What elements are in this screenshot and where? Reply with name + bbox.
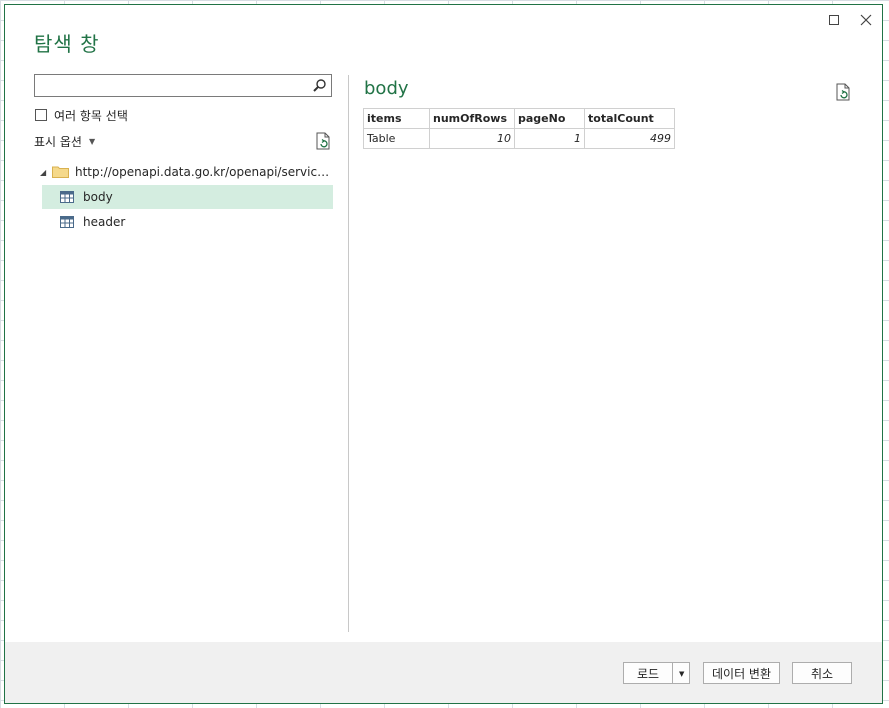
table-row: Table 10 1 499 [363, 128, 675, 149]
column-header: items [363, 108, 430, 129]
load-button[interactable]: 로드 [623, 662, 673, 684]
chevron-down-icon: ▼ [679, 670, 685, 678]
column-header: pageNo [514, 108, 585, 129]
table-cell: 1 [514, 128, 585, 149]
dialog-title: 탐색 창 [34, 32, 100, 56]
tree-item-body[interactable]: body [42, 185, 333, 209]
multi-select-option[interactable]: 여러 항목 선택 [35, 107, 128, 123]
search-input[interactable] [35, 75, 313, 96]
folder-icon [52, 166, 69, 178]
refresh-icon[interactable] [315, 132, 331, 150]
column-header: numOfRows [429, 108, 515, 129]
tree-root-label[interactable]: http://openapi.data.go.kr/openapi/servic… [75, 164, 333, 180]
multi-select-label: 여러 항목 선택 [54, 108, 128, 123]
table-icon [60, 191, 74, 203]
maximize-button[interactable] [825, 11, 843, 29]
refresh-icon[interactable] [835, 83, 851, 101]
dialog-footer: 로드 ▼ 데이터 변환 취소 [5, 642, 882, 703]
search-icon[interactable] [312, 78, 327, 93]
display-options-dropdown[interactable]: 표시 옵션 ▼ [34, 133, 95, 149]
maximize-icon [829, 15, 839, 25]
table-header-row: items numOfRows pageNo totalCount [363, 108, 675, 129]
load-dropdown-button[interactable]: ▼ [672, 662, 690, 684]
cancel-button[interactable]: 취소 [792, 662, 852, 684]
tree-item-label: body [83, 190, 113, 204]
tree-item-label: header [83, 215, 126, 229]
preview-title: body [364, 78, 409, 99]
column-header: totalCount [584, 108, 675, 129]
table-cell: Table [363, 128, 430, 149]
table-cell: 499 [584, 128, 675, 149]
table-cell: 10 [429, 128, 515, 149]
navigator-dialog: 탐색 창 여러 항목 선택 표시 옵션 ▼ ◢ http://openapi.d… [4, 4, 883, 704]
preview-table: items numOfRows pageNo totalCount Table … [363, 108, 675, 149]
search-box[interactable] [34, 74, 332, 97]
display-options-label: 표시 옵션 [34, 134, 82, 149]
tree-collapse-arrow-icon[interactable]: ◢ [40, 168, 46, 177]
multi-select-checkbox[interactable] [35, 109, 47, 121]
table-icon [60, 216, 74, 228]
pane-splitter[interactable] [348, 75, 349, 632]
close-icon [860, 14, 872, 26]
transform-data-button[interactable]: 데이터 변환 [703, 662, 780, 684]
tree-item-header[interactable]: header [42, 210, 333, 234]
chevron-down-icon: ▼ [88, 136, 96, 146]
close-button[interactable] [857, 11, 875, 29]
